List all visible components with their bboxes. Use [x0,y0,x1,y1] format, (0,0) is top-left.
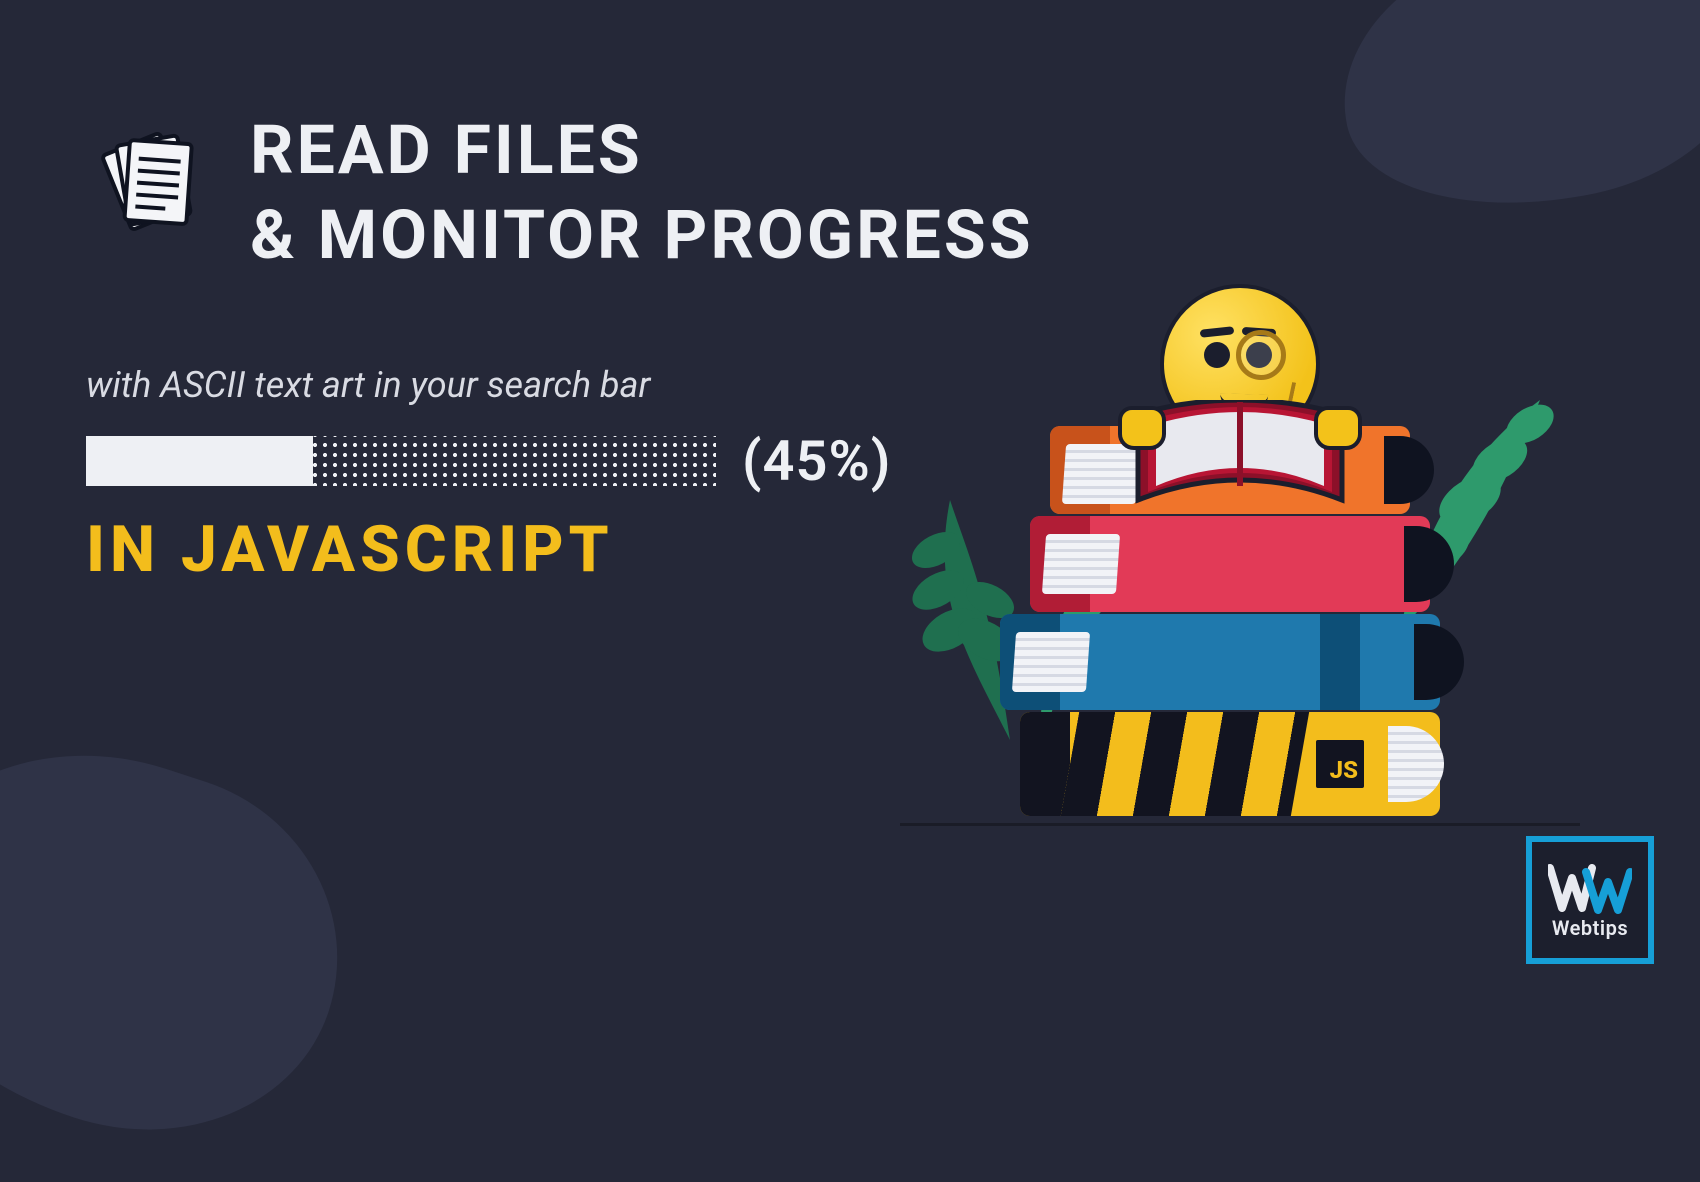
headline-line-1: READ FILES [250,110,643,190]
logo-text: Webtips [1552,916,1628,940]
book-red [1030,516,1430,612]
files-stack-icon [80,126,210,260]
hand-right-icon [1314,406,1362,450]
book-blue [1000,614,1440,710]
js-badge: JS [1316,740,1364,788]
decorative-blob-bottom-left [0,698,384,1182]
webtips-logo: Webtips [1526,836,1654,964]
reader-emoji [1110,284,1370,444]
headline-line-2: & MONITOR PROGRESS [250,195,1034,275]
books-illustration: JS [940,200,1520,820]
book-js: JS [1020,712,1440,816]
logo-mark-icon [1548,864,1632,914]
hand-left-icon [1118,406,1166,450]
progress-percent-label: (45%) [742,428,891,494]
headline: READ FILES & MONITOR PROGRESS [250,108,1034,278]
ascii-progress-bar [86,436,716,486]
shelf-shadow [900,823,1580,826]
